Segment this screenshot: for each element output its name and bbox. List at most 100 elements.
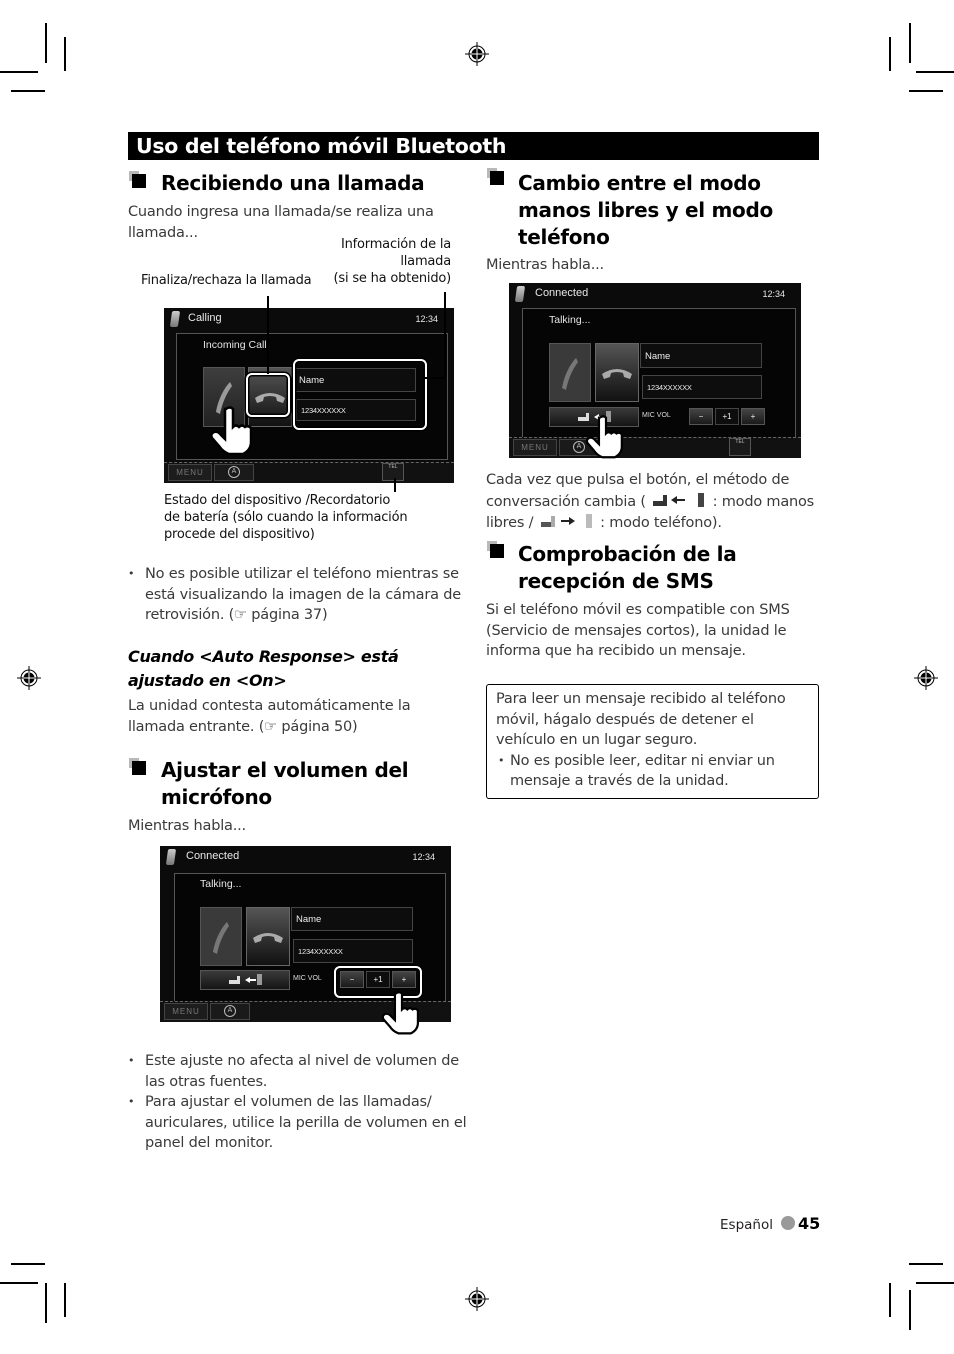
page-title: Uso del teléfono móvil Bluetooth — [128, 132, 819, 160]
bullet-volume-knob: Para ajustar el volumen de las llamadas/… — [128, 1092, 470, 1154]
callout-end-reject: Finaliza/rechaza la llamada — [141, 273, 312, 288]
page-number: 45 — [798, 1214, 821, 1233]
section-marker-icon — [487, 168, 504, 185]
panel-title: Talking... — [200, 878, 242, 890]
talk-mode-button[interactable] — [200, 970, 290, 990]
callout-device-status: Estado del dispositivo /Recordatorio de … — [164, 492, 444, 543]
page-number-dot-icon — [781, 1216, 795, 1230]
handsfree-mode-icon — [229, 974, 262, 985]
bullet-rear-camera: No es posible utilizar el teléfono mient… — [128, 564, 478, 626]
crop-mark — [889, 1283, 891, 1317]
sms-note-text: Para leer un mensaje recibido al teléfon… — [496, 691, 786, 749]
section-marker-icon — [129, 171, 146, 188]
navigation-icon: A — [228, 466, 240, 478]
section-marker-icon — [487, 541, 504, 558]
status-bar: Connected 12:34 — [509, 283, 801, 305]
phone-device-icon — [169, 311, 181, 327]
callout-device-status-line: procede del dispositivo) — [164, 527, 315, 542]
section-marker-icon — [129, 758, 146, 775]
call-status: Calling — [188, 312, 222, 324]
pointing-hand-icon — [585, 415, 623, 459]
callout-call-info: Información de la llamada (si se ha obte… — [320, 236, 452, 287]
navigation-icon: A — [224, 1005, 236, 1017]
device-status-indicator: TEL — [382, 463, 404, 481]
callout-line — [267, 296, 269, 374]
highlight-call-info — [293, 359, 427, 430]
crop-mark — [916, 71, 954, 73]
crop-mark — [64, 37, 66, 71]
footer-language: Español — [720, 1217, 773, 1233]
heading-sms: Comprobación de la recepción de SMS — [518, 542, 737, 593]
crop-mark — [0, 71, 38, 73]
panel-title: Talking... — [549, 314, 591, 326]
phone-device-icon — [165, 849, 177, 865]
mic-vol-down-button[interactable]: − — [689, 408, 713, 425]
phone-handset-icon — [562, 358, 578, 390]
mic-vol-value: +1 — [715, 408, 739, 425]
mic-vol-label: MIC VOL — [642, 412, 671, 419]
registration-mark-icon — [465, 42, 489, 66]
phone-device-icon — [514, 286, 526, 302]
handset-button — [549, 343, 591, 402]
pointing-hand-icon — [381, 991, 420, 1035]
hang-up-icon — [253, 933, 283, 943]
callout-line — [425, 377, 445, 379]
crop-mark — [909, 1263, 943, 1265]
handsfree-mode-icon — [653, 492, 705, 507]
navigation-button[interactable]: A — [210, 1003, 250, 1020]
heading-receiving-call: Recibiendo una llamada — [161, 171, 425, 195]
crop-mark — [909, 23, 911, 63]
phone-mode-icon — [540, 514, 592, 529]
crop-mark — [11, 90, 45, 92]
crop-mark — [45, 1283, 47, 1323]
callout-call-info-line: llamada — [400, 254, 451, 269]
callout-line — [394, 478, 396, 492]
sms-note-box: Para leer un mensaje recibido al teléfon… — [486, 684, 819, 799]
heading-mic-volume: Ajustar el volumen del micrófono — [161, 758, 409, 809]
navigation-button[interactable]: A — [214, 464, 254, 481]
callout-device-status-line: Estado del dispositivo /Recordatorio — [164, 493, 391, 508]
heading-switch-mode: Cambio entre el modo manos libres y el m… — [518, 171, 773, 249]
crop-mark — [11, 1263, 45, 1265]
end-call-button[interactable] — [595, 343, 639, 402]
bullet-volume-note: Este ajuste no afecta al nivel de volume… — [128, 1051, 470, 1092]
status-bar: Calling 12:34 — [164, 308, 454, 330]
mic-vol-label: MIC VOL — [293, 975, 322, 982]
hang-up-icon — [602, 369, 632, 379]
switch-mode-intro: Mientras habla... — [486, 257, 604, 273]
pointing-hand-icon — [210, 406, 253, 456]
menu-button[interactable]: MENU — [164, 1003, 208, 1020]
call-status: Connected — [535, 287, 589, 299]
clock: 12:34 — [412, 852, 435, 862]
crop-mark — [45, 23, 47, 63]
registration-mark-icon — [465, 1287, 489, 1311]
clock: 12:34 — [762, 289, 785, 299]
crop-mark — [909, 90, 943, 92]
menu-button[interactable]: MENU — [168, 464, 212, 481]
device-status-indicator: TEL — [729, 438, 751, 456]
menu-button[interactable]: MENU — [513, 439, 557, 456]
registration-mark-icon — [914, 666, 938, 690]
sms-note-bullet: No es posible leer, editar ni enviar un … — [496, 751, 809, 792]
switch-mode-text: Cada vez que pulsa el botón, el método d… — [486, 470, 826, 534]
heading-auto-response: Cuando <Auto Response> está ajustado en … — [128, 647, 399, 690]
caller-name-field: Name — [291, 907, 413, 931]
panel-title: Incoming Call — [203, 339, 267, 351]
mic-vol-up-button[interactable]: + — [741, 408, 765, 425]
mic-volume-intro: Mientras habla... — [128, 818, 246, 834]
crop-mark — [909, 1290, 911, 1330]
handset-button — [200, 907, 242, 966]
call-status: Connected — [186, 850, 240, 862]
end-call-button[interactable] — [246, 907, 290, 966]
phone-handset-icon — [213, 922, 229, 954]
auto-response-text: La unidad contesta automáticamente la ll… — [128, 698, 411, 735]
crop-mark — [889, 37, 891, 71]
callout-device-status-line: de batería (sólo cuando la información — [164, 510, 408, 525]
caller-name-field: Name — [640, 343, 762, 368]
caller-number-field: 1234XXXXXX — [642, 375, 762, 399]
clock: 12:34 — [415, 314, 438, 324]
callout-line — [444, 292, 446, 377]
crop-mark — [916, 1282, 954, 1284]
registration-mark-icon — [17, 666, 41, 690]
talking-screen-switch-mode: Connected 12:34 Talking... Name 1234XXXX… — [509, 283, 801, 458]
